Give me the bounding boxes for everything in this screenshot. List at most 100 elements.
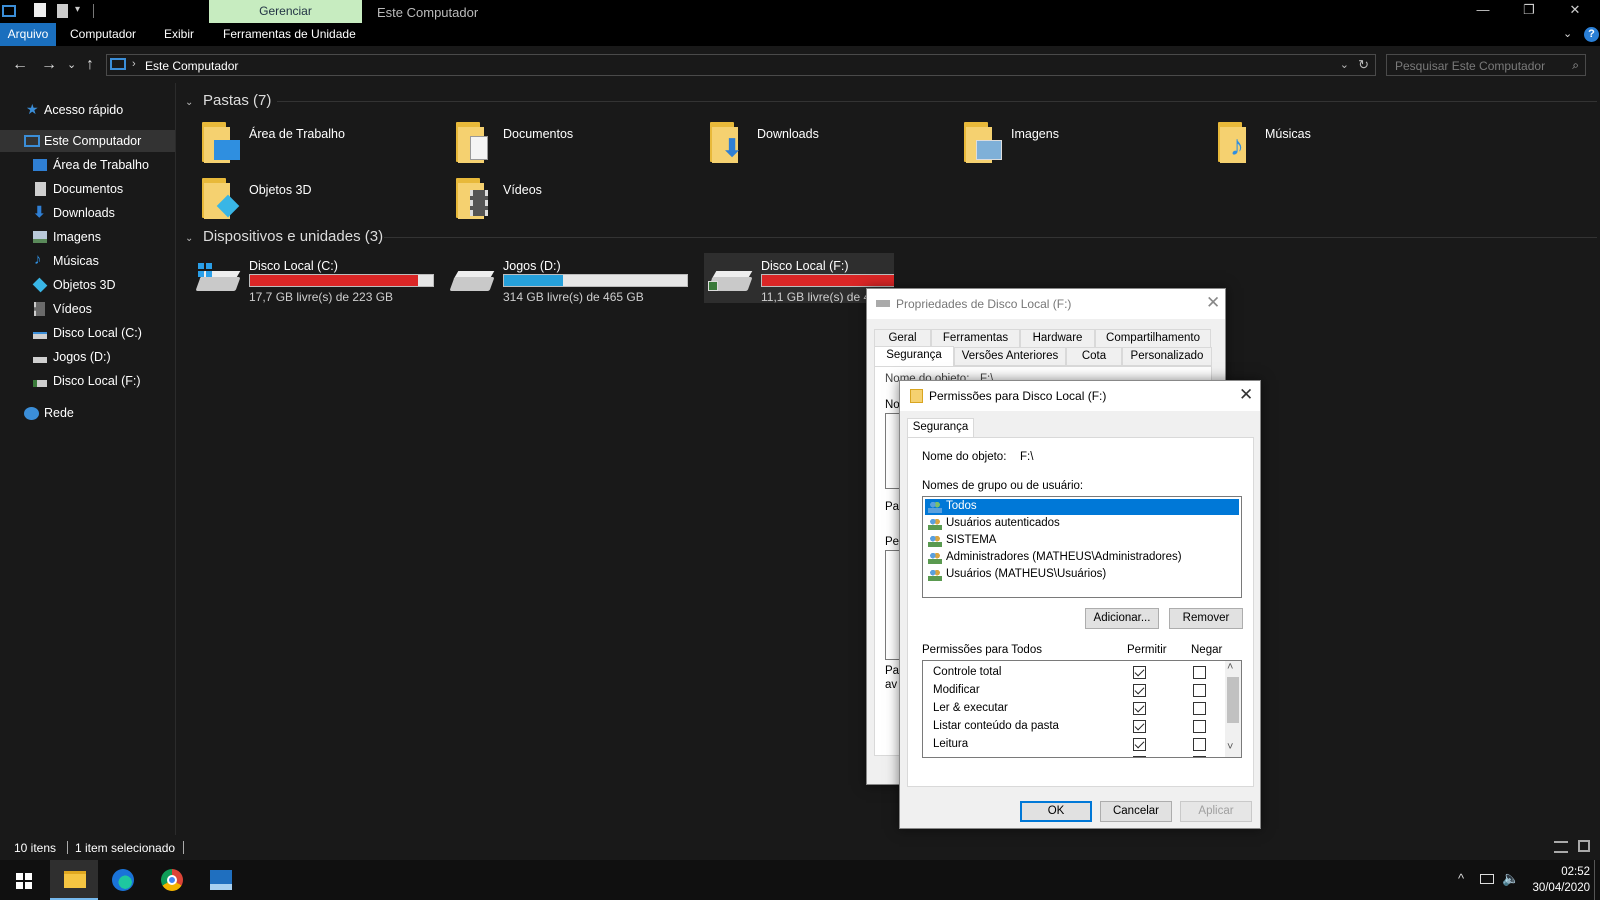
refresh-icon[interactable]: ↻ — [1358, 57, 1369, 73]
add-button[interactable]: Adicionar... — [1085, 608, 1159, 629]
permissions-listbox[interactable]: Controle total Modificar Ler & executar … — [922, 660, 1242, 758]
computer-icon[interactable] — [2, 5, 16, 17]
tab-hardware[interactable]: Hardware — [1020, 329, 1095, 348]
deny-checkbox[interactable] — [1193, 756, 1206, 757]
taskbar-photos[interactable] — [197, 860, 245, 900]
sidebar-item-videos[interactable]: Vídeos — [0, 298, 175, 320]
folder-documentos[interactable]: Documentos — [454, 120, 694, 170]
sidebar-item-area-de-trabalho[interactable]: Área de Trabalho — [0, 154, 175, 176]
list-item-sistema[interactable]: SISTEMA — [925, 533, 1239, 549]
folder-musicas[interactable]: ♪ Músicas — [1216, 120, 1456, 170]
allow-checkbox[interactable] — [1133, 702, 1146, 715]
drive-jogos-d[interactable]: Jogos (D:) 314 GB livre(s) de 465 GB — [446, 253, 691, 304]
scroll-down-icon[interactable]: ˅ — [1227, 741, 1233, 753]
sidebar-item-este-computador[interactable]: Este Computador — [0, 130, 175, 152]
expand-ribbon-icon[interactable]: ⌄ — [1563, 27, 1572, 40]
taskbar-file-explorer[interactable] — [50, 860, 98, 900]
volume-icon[interactable]: 🔈 — [1502, 870, 1519, 887]
help-icon[interactable]: ? — [1584, 27, 1599, 42]
address-dropdown-icon[interactable]: ⌄ — [1340, 58, 1349, 71]
ok-button[interactable]: OK — [1020, 801, 1092, 822]
breadcrumb[interactable]: Este Computador — [145, 59, 238, 73]
allow-checkbox[interactable] — [1133, 666, 1146, 679]
large-icons-view-icon[interactable] — [1578, 840, 1590, 852]
properties-icon[interactable] — [34, 3, 46, 17]
breadcrumb-chevron-icon[interactable]: › — [132, 58, 136, 70]
manage-contextual-tab[interactable]: Gerenciar — [209, 0, 362, 23]
remove-button[interactable]: Remover — [1169, 608, 1243, 629]
status-bar: 10 itens 1 item selecionado — [0, 835, 1600, 860]
taskbar-edge[interactable] — [99, 860, 147, 900]
deny-checkbox[interactable] — [1193, 666, 1206, 679]
apply-button[interactable]: Aplicar — [1180, 801, 1252, 822]
permissions-scrollbar[interactable]: ˄ ˅ — [1225, 661, 1241, 757]
tab-versoes-anteriores[interactable]: Versões Anteriores — [954, 347, 1066, 366]
folder-imagens[interactable]: Imagens — [962, 120, 1202, 170]
tab-ferramentas-de-unidade[interactable]: Ferramentas de Unidade — [216, 23, 363, 46]
system-clock[interactable]: 02:52 30/04/2020 — [1528, 864, 1590, 896]
list-item-todos[interactable]: Todos — [925, 499, 1239, 515]
back-arrow-icon[interactable]: ← — [12, 56, 28, 74]
folder-videos[interactable]: Vídeos — [454, 176, 694, 226]
users-icon — [928, 552, 942, 564]
tab-seguranca[interactable]: Segurança — [907, 418, 974, 438]
tab-personalizado[interactable]: Personalizado — [1122, 347, 1212, 366]
tab-exibir[interactable]: Exibir — [157, 23, 201, 46]
minimize-button[interactable]: — — [1468, 2, 1498, 20]
sidebar-item-acesso-rapido[interactable]: ★ Acesso rápido — [0, 99, 175, 121]
search-input[interactable]: Pesquisar Este Computador ⌕ — [1386, 54, 1586, 76]
start-button[interactable] — [0, 860, 48, 900]
search-icon[interactable]: ⌕ — [1572, 58, 1579, 73]
details-view-icon[interactable] — [1554, 841, 1568, 853]
sidebar-item-downloads[interactable]: ⬇ Downloads — [0, 202, 175, 224]
network-status-icon[interactable] — [1480, 874, 1494, 884]
list-item-usuarios-autenticados[interactable]: Usuários autenticados — [925, 516, 1239, 532]
drive-disco-local-c[interactable]: Disco Local (C:) 17,7 GB livre(s) de 223… — [192, 253, 437, 304]
customize-toolbar-chevron-icon[interactable]: ▾ — [75, 4, 80, 20]
show-hidden-icons-chevron[interactable]: ^ — [1458, 871, 1464, 886]
tab-seguranca[interactable]: Segurança — [874, 346, 954, 367]
close-icon[interactable]: ✕ — [1206, 293, 1220, 313]
close-icon[interactable]: ✕ — [1239, 385, 1253, 405]
deny-checkbox[interactable] — [1193, 684, 1206, 697]
folders-group-header[interactable]: ⌄ Pastas (7) — [185, 92, 271, 109]
sidebar-item-imagens[interactable]: Imagens — [0, 226, 175, 248]
deny-checkbox[interactable] — [1193, 720, 1206, 733]
drives-group-header[interactable]: ⌄ Dispositivos e unidades (3) — [185, 228, 383, 245]
close-button[interactable]: ✕ — [1560, 2, 1590, 20]
forward-arrow-icon[interactable]: → — [41, 56, 57, 74]
allow-checkbox[interactable] — [1133, 684, 1146, 697]
scroll-up-icon[interactable]: ˄ — [1227, 661, 1233, 673]
sidebar-item-documentos[interactable]: Documentos — [0, 178, 175, 200]
folder-downloads[interactable]: ⬇ Downloads — [708, 120, 948, 170]
allow-checkbox[interactable] — [1133, 738, 1146, 751]
recent-locations-chevron-icon[interactable]: ⌄ — [67, 58, 76, 71]
deny-checkbox[interactable] — [1193, 738, 1206, 751]
list-item-usuarios[interactable]: Usuários (MATHEUS\Usuários) — [925, 567, 1239, 583]
taskbar-chrome[interactable] — [148, 860, 196, 900]
sidebar-item-objetos-3d[interactable]: Objetos 3D — [0, 274, 175, 296]
up-arrow-icon[interactable]: ↑ — [86, 56, 94, 74]
sidebar-item-rede[interactable]: Rede — [0, 402, 175, 424]
scrollbar-thumb[interactable] — [1227, 677, 1239, 723]
folder-objetos-3d[interactable]: Objetos 3D — [200, 176, 440, 226]
sidebar-item-jogos-d[interactable]: Jogos (D:) — [0, 346, 175, 368]
groups-listbox[interactable]: Todos Usuários autenticados SISTEMA Admi… — [922, 496, 1242, 598]
sidebar-item-disco-local-c[interactable]: Disco Local (C:) — [0, 322, 175, 344]
new-folder-icon[interactable] — [57, 4, 68, 18]
allow-checkbox[interactable] — [1133, 756, 1146, 757]
tab-cota[interactable]: Cota — [1066, 347, 1122, 366]
folder-area-de-trabalho[interactable]: Área de Trabalho — [200, 120, 440, 170]
list-item-administradores[interactable]: Administradores (MATHEUS\Administradores… — [925, 550, 1239, 566]
cancel-button[interactable]: Cancelar — [1100, 801, 1172, 822]
show-desktop-button[interactable] — [1594, 860, 1595, 900]
tab-arquivo[interactable]: Arquivo — [0, 23, 56, 46]
sidebar-item-musicas[interactable]: ♪ Músicas — [0, 250, 175, 272]
restore-button[interactable]: ❐ — [1514, 2, 1544, 20]
deny-checkbox[interactable] — [1193, 702, 1206, 715]
address-bar[interactable]: › Este Computador ⌄ ↻ — [106, 54, 1376, 76]
tab-compartilhamento[interactable]: Compartilhamento — [1095, 329, 1211, 348]
tab-computador[interactable]: Computador — [63, 23, 143, 46]
sidebar-item-disco-local-f[interactable]: Disco Local (F:) — [0, 370, 175, 392]
allow-checkbox[interactable] — [1133, 720, 1146, 733]
